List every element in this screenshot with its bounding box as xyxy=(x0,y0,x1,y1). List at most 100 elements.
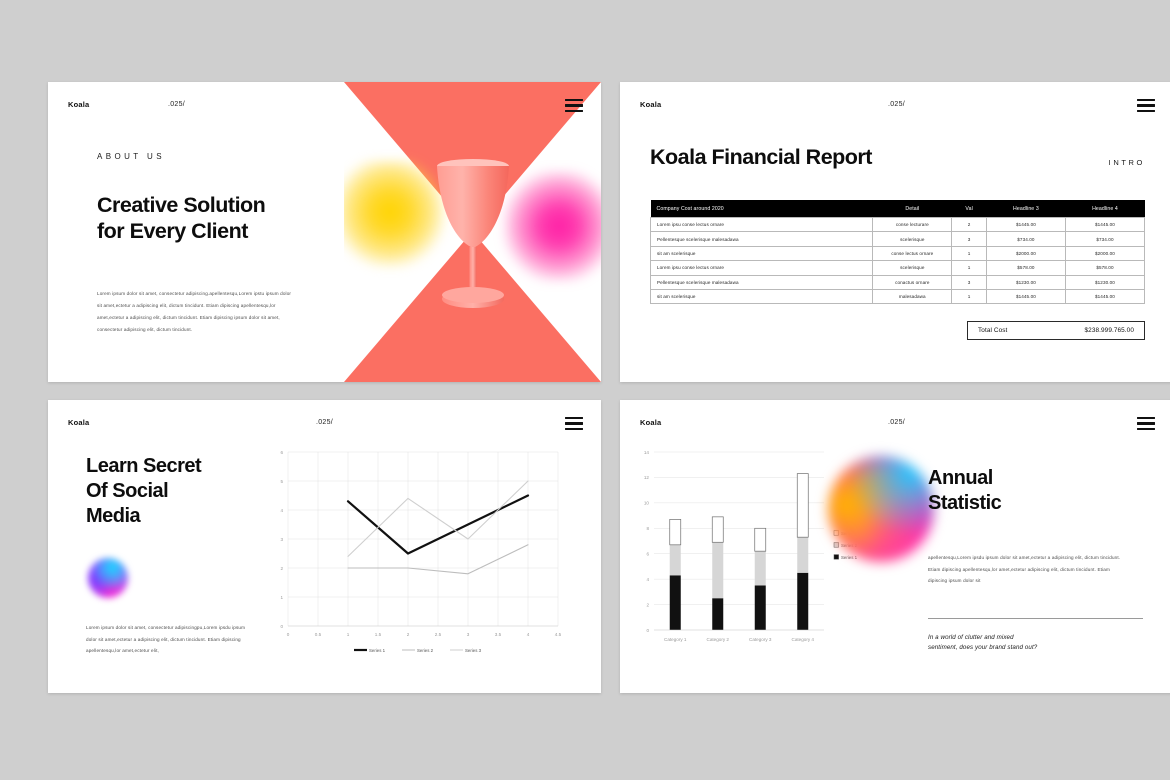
slide-4-hamburger-icon[interactable] xyxy=(1137,417,1155,430)
bar-4-segment-3 xyxy=(796,473,809,538)
table-header-cell: Headline 4 xyxy=(1065,200,1145,218)
bar-4-segment-2 xyxy=(797,537,809,573)
table-cell: 2 xyxy=(951,216,987,233)
slide-1-title-line-1: Creative Solution xyxy=(97,193,266,217)
slide-4-title-line-2: Statistic xyxy=(928,492,1002,514)
table-cell: 1 xyxy=(951,288,987,305)
slide-1-body-text: Lorem ipsum dolor sit amet, consectetur … xyxy=(97,291,292,332)
bar-4-segment-1 xyxy=(797,572,809,630)
y-axis-tick-label: 5 xyxy=(280,479,283,484)
slide-3-title-line-2: Of Social xyxy=(86,480,169,502)
goblet-glass-icon xyxy=(436,159,509,308)
x-axis-category-label: Category 4 xyxy=(792,637,815,642)
bar-1-segment-1 xyxy=(669,575,681,630)
y-axis-tick-label: 12 xyxy=(644,475,650,480)
slide-1-title: Creative Solution for Every Client xyxy=(97,192,307,244)
table-cell: sit am scelerisque xyxy=(649,245,874,262)
table-header-cell: Val xyxy=(951,200,987,218)
table-cell: $1445.00 xyxy=(985,216,1066,233)
x-axis-tick-label: 2.5 xyxy=(435,632,442,637)
bar-3-segment-1 xyxy=(754,585,766,630)
slide-2-title: Koala Financial Report xyxy=(650,145,872,169)
table-row: Pellentesque scelerisque malesadawa conac… xyxy=(649,274,1146,290)
slide-4-divider xyxy=(928,618,1143,619)
pink-orb xyxy=(503,170,601,282)
total-cost-value: $238.999.765.00 xyxy=(1084,327,1134,334)
slide-3-title-line-3: Media xyxy=(86,505,141,527)
y-axis-tick-label: 3 xyxy=(280,537,283,542)
table-cell: scelerisque xyxy=(872,260,953,276)
presentation-preview-grid: Koala .025/ ABOUT US Creative Solution f… xyxy=(0,0,1170,780)
legend-label-1: Series 1 xyxy=(369,648,386,653)
slide-4-logo[interactable]: Koala xyxy=(640,418,661,427)
x-axis-tick-label: 4.5 xyxy=(555,632,562,637)
y-axis-tick-label: 2 xyxy=(280,566,283,571)
table-cell: $578.00 xyxy=(1064,260,1146,276)
table-cell: $1445.00 xyxy=(1064,288,1146,305)
slide-2-financial-report[interactable]: Koala .025/ Koala Financial Report INTRO… xyxy=(620,82,1170,382)
slide-3-learn-secret[interactable]: Koala .025/ Learn Secret Of Social Media… xyxy=(48,400,601,693)
slide-1-text-panel: Koala .025/ ABOUT US Creative Solution f… xyxy=(48,82,305,382)
table-cell: $734.00 xyxy=(1064,231,1146,247)
slide-4-quote-line-1: In a world of clutter and mixed xyxy=(928,634,1014,641)
x-axis-tick-label: 3.5 xyxy=(495,632,502,637)
table-cell: $734.00 xyxy=(985,231,1066,247)
y-axis-tick-label: 0 xyxy=(646,628,649,633)
legend-label-2: Series 2 xyxy=(417,648,434,653)
slide-2-hamburger-icon[interactable] xyxy=(1137,99,1155,112)
slide-1-artwork xyxy=(344,82,601,382)
slide-3-hamburger-icon[interactable] xyxy=(565,417,583,430)
x-axis-tick-label: 2 xyxy=(407,632,410,637)
slide-4-quote: In a world of clutter and mixed sentimen… xyxy=(928,633,1128,652)
table-cell: conse lectus ornare xyxy=(872,245,953,262)
y-axis-tick-label: 8 xyxy=(646,526,649,531)
x-axis-category-label: Category 1 xyxy=(664,637,687,642)
slide-3-logo[interactable]: Koala xyxy=(68,418,89,427)
bar-3-segment-3 xyxy=(754,527,767,552)
x-axis-category-label: Category 3 xyxy=(749,637,772,642)
legend-label-3: Series 3 xyxy=(465,648,482,653)
y-axis-tick-label: 10 xyxy=(644,501,650,506)
slide-1-logo[interactable]: Koala xyxy=(68,100,89,109)
table-cell: 1 xyxy=(951,260,987,276)
slide-1-page-number: .025/ xyxy=(167,101,186,108)
legend-swatch-1 xyxy=(833,554,839,560)
slide-1-kicker: ABOUT US xyxy=(97,152,165,161)
x-axis-tick-label: 4 xyxy=(527,632,530,637)
y-axis-tick-label: 4 xyxy=(646,577,649,582)
total-cost-label: Total Cost xyxy=(978,327,1008,334)
slide-2-logo[interactable]: Koala xyxy=(640,100,661,109)
y-axis-tick-label: 6 xyxy=(646,552,649,557)
slide-2-page-number: .025/ xyxy=(887,101,906,108)
y-axis-tick-label: 6 xyxy=(280,450,283,455)
x-axis-tick-label: 0.5 xyxy=(315,632,322,637)
table-cell: $1445.00 xyxy=(985,288,1066,305)
table-cell: conse lecturare xyxy=(872,216,953,233)
table-cell: malesadawa xyxy=(872,288,953,305)
x-axis-category-label: Category 2 xyxy=(707,637,730,642)
table-cell: $1230.00 xyxy=(1064,274,1146,290)
slide-3-body-text: Lorem ipsum dolor sit amet, consectetur … xyxy=(86,625,246,653)
slide-1-about-us[interactable]: Koala .025/ ABOUT US Creative Solution f… xyxy=(48,82,601,382)
slide-1-hamburger-icon[interactable] xyxy=(565,99,583,112)
y-axis-tick-label: 14 xyxy=(644,450,650,455)
bar-2-segment-2 xyxy=(712,542,724,599)
table-header-row: Company Cost around 2020 Detail Val Head… xyxy=(650,200,1145,218)
bar-1-segment-3 xyxy=(669,519,682,546)
slide-2-section-label: INTRO xyxy=(1108,158,1145,167)
financial-table: Company Cost around 2020 Detail Val Head… xyxy=(649,200,1146,305)
slide-4-body-text: apellentesqu,Lorem ipsdu ipsum dolor sit… xyxy=(928,555,1121,583)
table-cell: conactus ornare xyxy=(872,274,953,290)
slide-4-annual-statistic[interactable]: Koala .025/ 0 2 4 6 8 10 12 14 Category 1 Categor… xyxy=(620,400,1170,693)
table-cell: 3 xyxy=(951,274,987,290)
table-cell: Pellentesque scelerisque malesadawa xyxy=(649,231,874,247)
table-header-cell: Company Cost around 2020 xyxy=(650,200,873,218)
y-axis-tick-label: 1 xyxy=(280,595,283,600)
line-chart: 0 1 2 3 4 5 6 0 0.5 1 1.5 2 2.5 3 3.5 4 4.5 Series 1 Serie… xyxy=(280,450,562,653)
table-cell: 3 xyxy=(951,231,987,247)
x-axis-tick-label: 3 xyxy=(467,632,470,637)
table-cell: Lorem ipsu conse lectus ornare xyxy=(649,260,874,276)
table-row: Lorem ipsu conse lectus ornare scelerisqu… xyxy=(649,260,1146,276)
bar-2-segment-3 xyxy=(711,516,724,543)
table-cell: $1445.00 xyxy=(1064,216,1146,233)
